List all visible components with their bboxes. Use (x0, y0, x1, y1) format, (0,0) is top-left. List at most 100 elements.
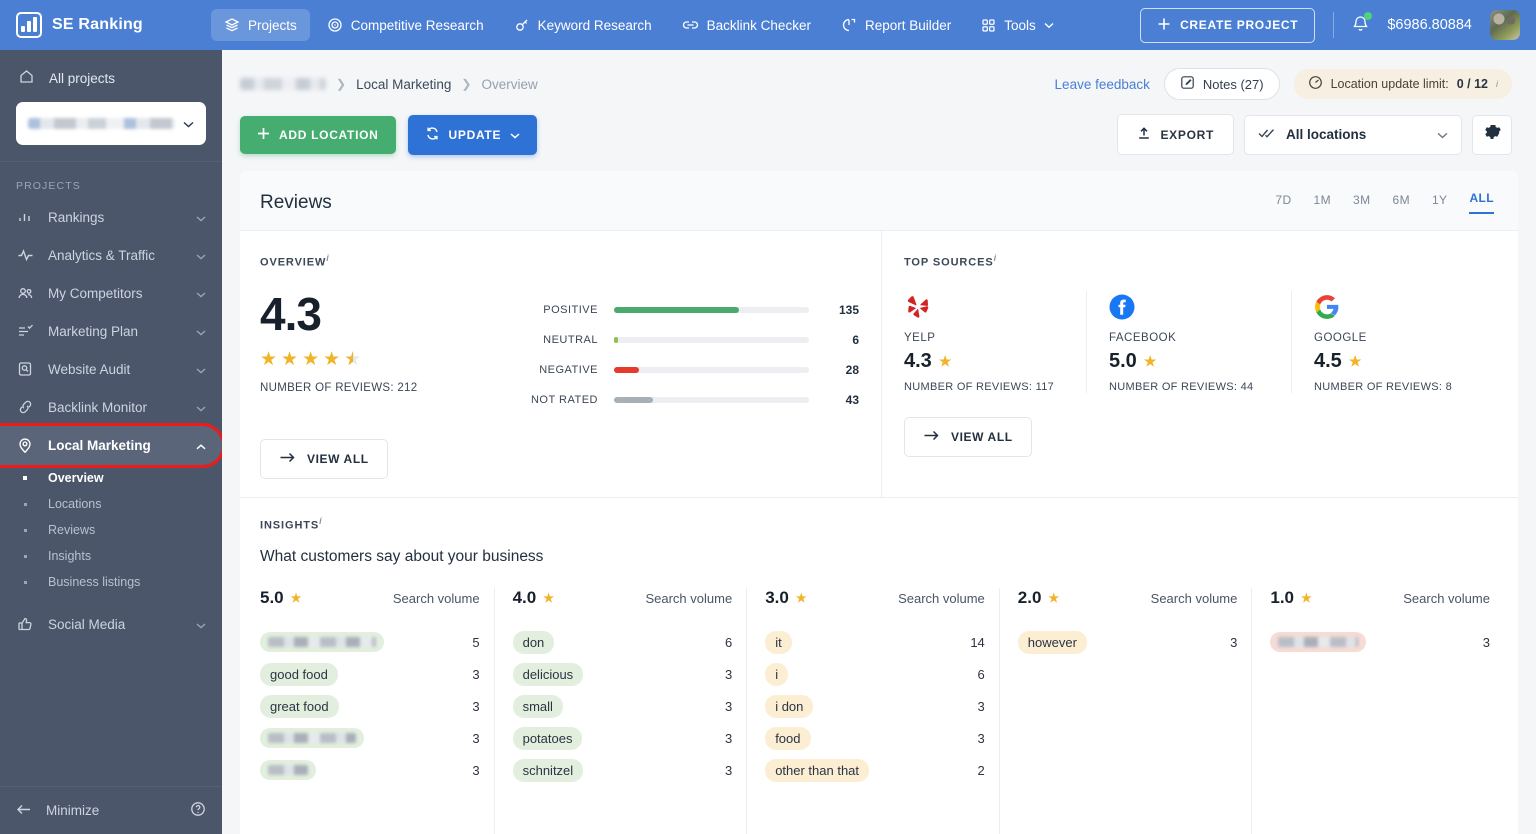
range-tab-all[interactable]: ALL (1469, 191, 1494, 214)
nav-tools[interactable]: Tools (968, 10, 1067, 41)
sidebar-item-website-audit[interactable]: Website Audit (0, 350, 222, 388)
info-icon[interactable]: i (994, 253, 997, 263)
breakdown-label: NEGATIVE (539, 363, 598, 376)
breadcrumb-page: Overview (481, 76, 538, 92)
info-icon[interactable]: i (1496, 79, 1498, 89)
chevron-up-icon (196, 438, 206, 453)
export-button[interactable]: EXPORT (1117, 114, 1234, 155)
brand-name: SE Ranking (52, 16, 143, 33)
list-item[interactable]: 5 (260, 626, 480, 658)
list-item[interactable]: don 6 (512, 626, 732, 658)
breakdown-label: NOT RATED (530, 393, 598, 406)
breadcrumb: ❯ Local Marketing ❯ Overview Leave feedb… (222, 50, 1536, 100)
sidebar-minimize-label[interactable]: Minimize (46, 803, 99, 818)
checklist-icon (16, 323, 34, 339)
range-tab-6m[interactable]: 6M (1393, 193, 1410, 214)
chevron-down-icon (183, 115, 194, 133)
limit-value: 0 / 12 (1456, 77, 1488, 91)
avatar[interactable] (1490, 10, 1520, 40)
term-volume: 3 (472, 666, 480, 682)
range-tab-3m[interactable]: 3M (1353, 193, 1370, 214)
sidebar-subitem-business-listings[interactable]: Business listings (0, 569, 222, 595)
account-balance[interactable]: $6986.80884 (1387, 17, 1472, 33)
help-icon[interactable] (190, 801, 206, 820)
notes-button[interactable]: Notes (27) (1163, 68, 1280, 100)
insights-term-list: 5 good food 3 great food 3 3 3 (260, 626, 480, 786)
range-tab-1y[interactable]: 1Y (1432, 193, 1447, 214)
update-button[interactable]: UPDATE (407, 114, 538, 155)
source-google[interactable]: GOOGLE 4.5 ★ NUMBER OF REVIEWS: 8 (1291, 290, 1496, 393)
breadcrumb-project-redacted[interactable] (240, 78, 326, 90)
project-selector[interactable] (16, 102, 206, 145)
sidebar-subitem-overview[interactable]: Overview (0, 465, 222, 491)
sidebar-subitem-reviews[interactable]: Reviews (0, 517, 222, 543)
sidebar-all-projects[interactable]: All projects (16, 64, 206, 102)
info-icon[interactable]: i (326, 253, 329, 263)
notifications-button[interactable] (1352, 11, 1373, 37)
list-item[interactable]: other than that 2 (765, 754, 985, 786)
top-sources-view-all-button[interactable]: VIEW ALL (904, 416, 1032, 457)
breakdown-label: POSITIVE (543, 303, 598, 316)
list-item[interactable]: potatoes 3 (512, 722, 732, 754)
list-item[interactable]: i don 3 (765, 690, 985, 722)
list-item[interactable]: great food 3 (260, 690, 480, 722)
list-item[interactable]: i 6 (765, 658, 985, 690)
sidebar-item-marketing-plan[interactable]: Marketing Plan (0, 312, 222, 350)
sidebar-item-my-competitors[interactable]: My Competitors (0, 274, 222, 312)
overview-view-all-button[interactable]: VIEW ALL (260, 438, 388, 479)
list-item[interactable]: however 3 (1017, 626, 1237, 658)
breadcrumb-section[interactable]: Local Marketing (356, 77, 451, 92)
insights-columns: 5.0 ★ Search volume 5 good food 3 great … (240, 588, 1518, 834)
sidebar-subitem-locations[interactable]: Locations (0, 491, 222, 517)
nav-report-builder[interactable]: Report Builder (828, 9, 964, 41)
list-item[interactable]: good food 3 (260, 658, 480, 690)
nav-backlink-checker[interactable]: Backlink Checker (669, 9, 824, 41)
insights-term-list: 3 (1270, 626, 1490, 658)
breakdown-fill (614, 366, 640, 373)
settings-button[interactable] (1472, 114, 1512, 155)
nav-projects[interactable]: Projects (211, 9, 310, 41)
plus-icon (257, 127, 270, 143)
nav-competitive-research-label: Competitive Research (350, 17, 484, 33)
range-tab-7d[interactable]: 7D (1275, 193, 1291, 214)
sidebar-item-social-media[interactable]: Social Media (0, 605, 222, 643)
breakdown-row-negative: NEGATIVE 28 (510, 355, 859, 385)
source-facebook[interactable]: FACEBOOK 5.0 ★ NUMBER OF REVIEWS: 44 (1086, 290, 1291, 393)
breadcrumb-separator: ❯ (461, 77, 472, 91)
sidebar-item-analytics-traffic[interactable]: Analytics & Traffic (0, 236, 222, 274)
sidebar-subitem-insights[interactable]: Insights (0, 543, 222, 569)
info-icon[interactable]: i (319, 516, 322, 526)
list-item[interactable]: it 14 (765, 626, 985, 658)
arrow-left-icon[interactable] (16, 803, 32, 819)
list-item[interactable]: 3 (260, 722, 480, 754)
nav-competitive-research[interactable]: Competitive Research (314, 9, 497, 41)
range-tab-1m[interactable]: 1M (1314, 193, 1331, 214)
list-item[interactable]: delicious 3 (512, 658, 732, 690)
list-item[interactable]: food 3 (765, 722, 985, 754)
sidebar-item-rankings[interactable]: Rankings (0, 198, 222, 236)
source-rating-value: 4.5 (1314, 349, 1342, 372)
insights-score-value: 2.0 (1017, 588, 1042, 608)
export-label: EXPORT (1160, 127, 1214, 142)
nav-keyword-research[interactable]: Keyword Research (501, 9, 665, 41)
sidebar: All projects PROJECTS Rankings Analytics… (0, 50, 222, 834)
locations-filter-select[interactable]: All locations (1244, 114, 1462, 155)
list-item[interactable]: schnitzel 3 (512, 754, 732, 786)
insights-score: 5.0 ★ (260, 588, 301, 608)
list-item[interactable]: 3 (1270, 626, 1490, 658)
source-yelp[interactable]: YELP 4.3 ★ NUMBER OF REVIEWS: 117 (904, 291, 1086, 393)
sidebar-item-local-marketing[interactable]: Local Marketing (0, 423, 222, 468)
chevron-down-icon (196, 362, 206, 377)
leave-feedback-link[interactable]: Leave feedback (1055, 77, 1150, 92)
create-project-button[interactable]: CREATE PROJECT (1140, 7, 1316, 43)
term-pill-redacted (260, 632, 384, 653)
list-item[interactable]: 3 (260, 754, 480, 786)
insights-column-1: 1.0 ★ Search volume 3 (1251, 588, 1504, 834)
source-rating: 5.0 ★ (1109, 350, 1275, 373)
list-item[interactable]: small 3 (512, 690, 732, 722)
sidebar-item-backlink-monitor[interactable]: Backlink Monitor (0, 388, 222, 426)
brand-logo-area[interactable]: SE Ranking (16, 12, 211, 38)
add-location-button[interactable]: ADD LOCATION (240, 115, 396, 154)
star-icon: ★ (938, 352, 952, 369)
breakdown-fill (614, 336, 618, 343)
